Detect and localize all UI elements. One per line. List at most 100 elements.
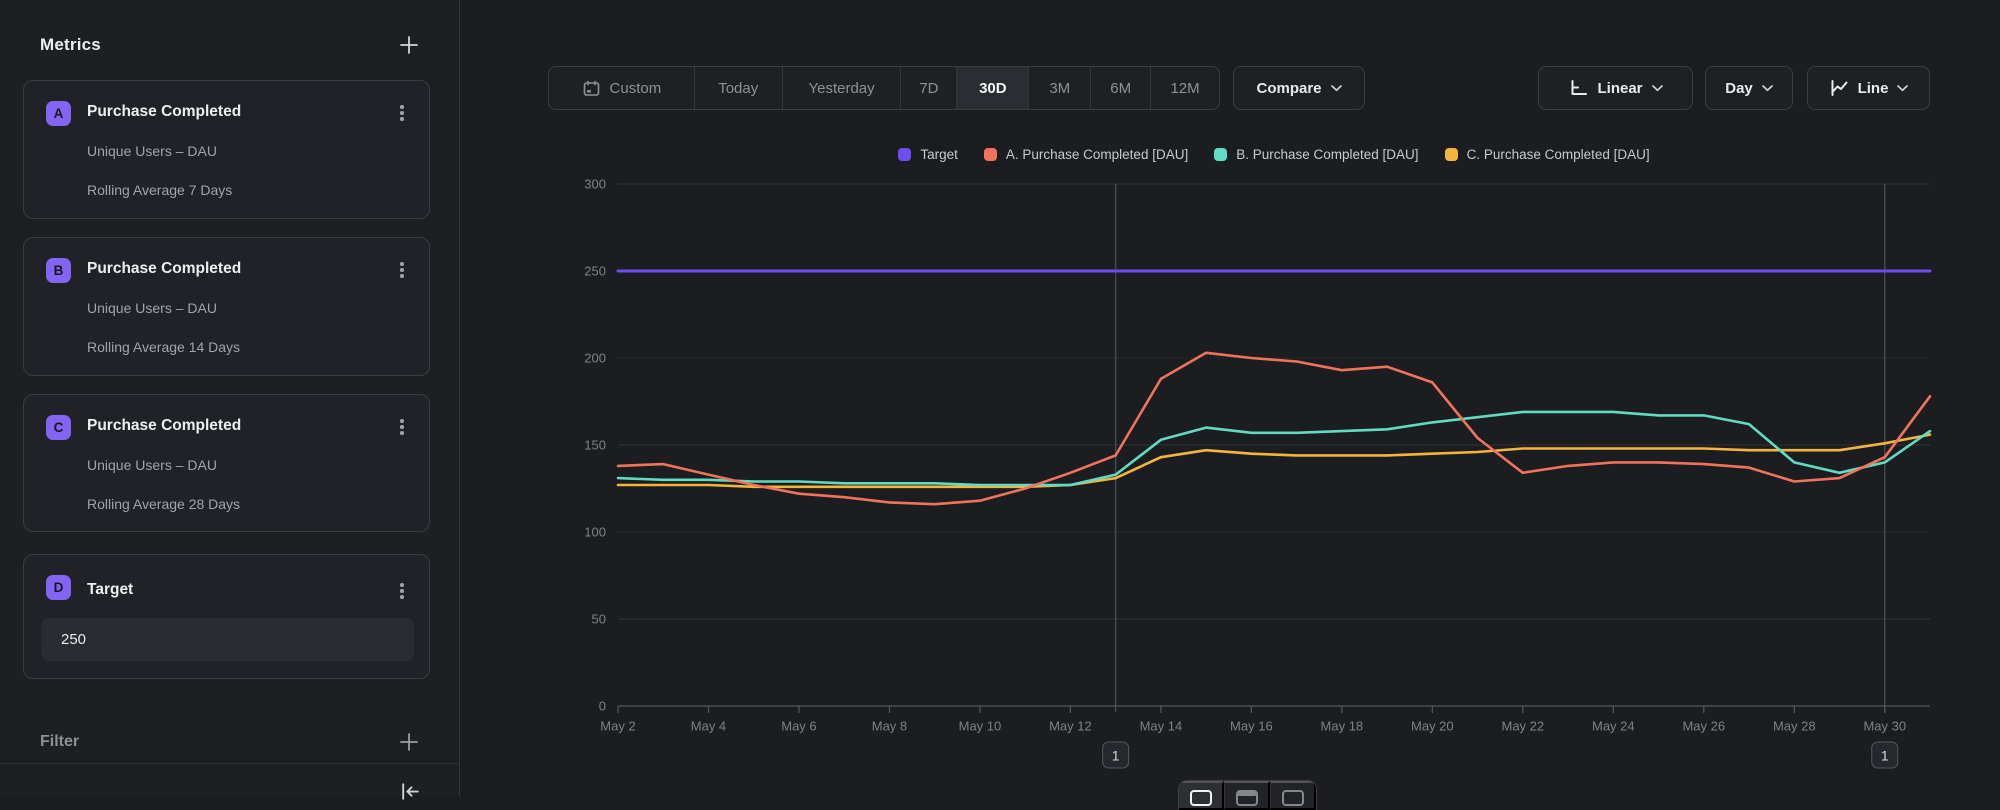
y-axis-label: 100 bbox=[584, 525, 606, 540]
x-axis-label: May 24 bbox=[1592, 719, 1635, 734]
axis-scale-icon bbox=[1568, 78, 1588, 98]
x-axis-label: May 6 bbox=[781, 719, 816, 734]
kebab-icon bbox=[400, 425, 404, 429]
x-axis-label: May 26 bbox=[1682, 719, 1725, 734]
line-chart: 0 50 100 150 200 250 300 May 2 May 4 May 6 May 8 Ma… bbox=[560, 130, 2000, 796]
x-axis-label: May 4 bbox=[691, 719, 726, 734]
metric-measurement: Unique Users – DAU bbox=[87, 143, 217, 159]
kebab-icon bbox=[400, 117, 404, 121]
y-axis-label: 0 bbox=[599, 699, 606, 714]
line-view-icon bbox=[1189, 789, 1213, 807]
metric-options-button[interactable] bbox=[389, 414, 415, 440]
kebab-icon bbox=[400, 583, 404, 587]
kebab-icon bbox=[400, 589, 404, 593]
add-filter-button[interactable] bbox=[398, 731, 420, 753]
metric-card[interactable]: A Purchase Completed Unique Users – DAU Rol… bbox=[23, 80, 430, 219]
range-label: 7D bbox=[919, 80, 938, 97]
chevron-down-icon bbox=[1652, 85, 1663, 92]
metric-measurement: Unique Users – DAU bbox=[87, 457, 217, 473]
interval-label: Day bbox=[1725, 80, 1753, 97]
chevron-down-icon bbox=[1762, 85, 1773, 92]
line-chart-icon bbox=[1829, 78, 1849, 98]
target-card[interactable]: D Target bbox=[23, 554, 430, 679]
chart-type-button[interactable]: Line bbox=[1807, 66, 1930, 110]
chevron-down-icon bbox=[1331, 85, 1342, 92]
sidebar-divider bbox=[0, 763, 459, 764]
metric-title: Purchase Completed bbox=[87, 260, 241, 278]
range-3m[interactable]: 3M bbox=[1028, 67, 1090, 109]
x-axis-label: May 14 bbox=[1140, 719, 1183, 734]
range-custom[interactable]: Custom bbox=[549, 67, 694, 109]
collapse-sidebar-icon bbox=[398, 779, 423, 804]
plus-icon bbox=[398, 34, 420, 56]
kebab-icon bbox=[400, 431, 404, 435]
x-axis-label: May 20 bbox=[1411, 719, 1454, 734]
scale-select-button[interactable]: Linear bbox=[1538, 66, 1693, 110]
compare-button[interactable]: Compare bbox=[1233, 66, 1365, 110]
y-axis-label: 300 bbox=[584, 177, 606, 192]
range-label: Today bbox=[718, 80, 758, 97]
metric-options-button[interactable] bbox=[389, 100, 415, 126]
x-axis-label: May 2 bbox=[600, 719, 635, 734]
range-12m[interactable]: 12M bbox=[1150, 67, 1219, 109]
metric-card[interactable]: CPurchase CompletedUnique Users – DAURol… bbox=[23, 394, 430, 532]
range-7d[interactable]: 7D bbox=[900, 67, 956, 109]
metric-letter-badge: A bbox=[46, 101, 71, 126]
x-axis-label: May 22 bbox=[1502, 719, 1545, 734]
metric-title: Purchase Completed bbox=[87, 103, 241, 121]
metrics-title: Metrics bbox=[40, 35, 101, 55]
x-axis-label: May 16 bbox=[1230, 719, 1273, 734]
metric-measurement: Unique Users – DAU bbox=[87, 300, 217, 316]
date-range-segmented-control: Custom Today Yesterday 7D 30D 3M 6M 12M bbox=[548, 66, 1220, 110]
x-axis-label: May 30 bbox=[1863, 719, 1906, 734]
y-axis-label: 150 bbox=[584, 438, 606, 453]
range-30d[interactable]: 30D bbox=[956, 67, 1028, 109]
metric-letter-badge: D bbox=[46, 575, 71, 600]
range-label: 6M bbox=[1110, 80, 1131, 97]
scale-label: Linear bbox=[1597, 80, 1642, 97]
x-axis-label: May 12 bbox=[1049, 719, 1092, 734]
metric-letter-badge: B bbox=[46, 258, 71, 283]
x-axis-label: May 8 bbox=[872, 719, 907, 734]
y-axis-label: 250 bbox=[584, 264, 606, 279]
range-label: Custom bbox=[610, 80, 662, 97]
y-axis-label: 50 bbox=[592, 612, 606, 627]
plus-icon bbox=[398, 731, 420, 753]
metric-view-icon bbox=[1281, 789, 1305, 807]
add-metric-button[interactable] bbox=[398, 34, 420, 56]
target-title: Target bbox=[87, 581, 133, 599]
metric-letter-badge: C bbox=[46, 415, 71, 440]
kebab-icon bbox=[400, 595, 404, 599]
chart-view-switcher bbox=[1178, 780, 1317, 810]
kebab-icon bbox=[400, 274, 404, 278]
filter-title: Filter bbox=[40, 733, 79, 751]
range-today[interactable]: Today bbox=[694, 67, 782, 109]
kebab-icon bbox=[400, 111, 404, 115]
target-options-button[interactable] bbox=[389, 578, 415, 604]
metrics-sidebar: Metrics A Purchase Completed Unique Users … bbox=[0, 0, 460, 796]
kebab-icon bbox=[400, 419, 404, 423]
x-axis-label: May 28 bbox=[1773, 719, 1816, 734]
range-label: Yesterday bbox=[808, 80, 874, 97]
kebab-icon bbox=[400, 268, 404, 272]
range-yesterday[interactable]: Yesterday bbox=[782, 67, 901, 109]
chart-type-label: Line bbox=[1858, 80, 1889, 97]
table-view-icon bbox=[1235, 789, 1259, 807]
target-value-input[interactable] bbox=[41, 618, 414, 661]
annotation-badge-label: 1 bbox=[1881, 748, 1889, 764]
metric-options-button[interactable] bbox=[389, 257, 415, 283]
kebab-icon bbox=[400, 262, 404, 266]
collapse-sidebar-button[interactable] bbox=[398, 779, 423, 804]
metric-rolling-average: Rolling Average 7 Days bbox=[87, 182, 232, 198]
range-6m[interactable]: 6M bbox=[1090, 67, 1150, 109]
filter-section: Filter bbox=[40, 727, 420, 757]
metric-card-list: A Purchase Completed Unique Users – DAU Rol… bbox=[23, 80, 430, 679]
metric-rolling-average: Rolling Average 28 Days bbox=[87, 496, 240, 512]
metric-card[interactable]: BPurchase CompletedUnique Users – DAURol… bbox=[23, 237, 430, 376]
interval-select-button[interactable]: Day bbox=[1705, 66, 1793, 110]
y-axis-label: 200 bbox=[584, 351, 606, 366]
metrics-header: Metrics bbox=[40, 30, 420, 60]
calendar-icon bbox=[582, 79, 601, 98]
range-label: 3M bbox=[1049, 80, 1070, 97]
range-label: 12M bbox=[1170, 80, 1199, 97]
